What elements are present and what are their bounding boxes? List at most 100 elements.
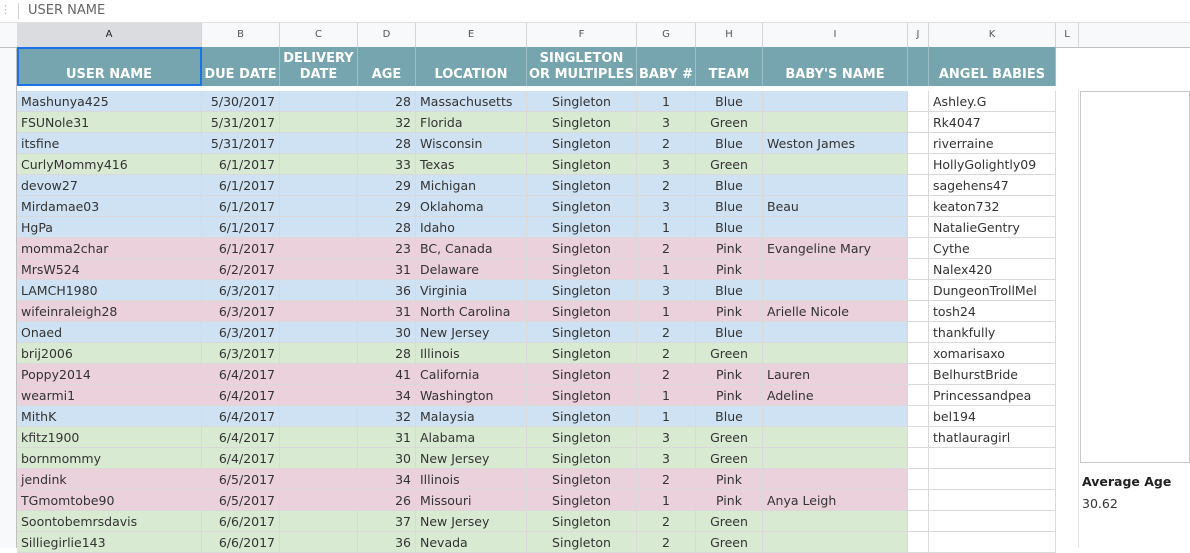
cell-due-date[interactable]: 6/6/2017 — [202, 532, 280, 553]
cell-angel-babies[interactable]: xomarisaxo — [929, 343, 1056, 364]
cell-location[interactable]: Delaware — [416, 259, 527, 280]
cell-team[interactable]: Blue — [696, 133, 763, 154]
cell-location[interactable]: BC, Canada — [416, 238, 527, 259]
cell-angel-babies[interactable]: Ashley.G — [929, 91, 1056, 112]
cell-babys-name[interactable]: Lauren — [763, 364, 908, 385]
cell-user-name[interactable]: MrsW524 — [17, 259, 202, 280]
cell-location[interactable]: Oklahoma — [416, 196, 527, 217]
cell-user-name[interactable]: CurlyMommy416 — [17, 154, 202, 175]
cell-babys-name[interactable] — [763, 343, 908, 364]
header-cell-e[interactable]: LOCATION — [416, 47, 527, 86]
cell-delivery-date[interactable] — [280, 301, 358, 322]
cell-angel-babies[interactable]: sagehens47 — [929, 175, 1056, 196]
column-letter-l[interactable]: L — [1056, 23, 1079, 47]
cell-delivery-date[interactable] — [280, 511, 358, 532]
cell-delivery-date[interactable] — [280, 364, 358, 385]
cell-delivery-date[interactable] — [280, 532, 358, 553]
column-letter-c[interactable]: C — [280, 23, 358, 47]
cell-age[interactable]: 31 — [358, 427, 416, 448]
column-letter-e[interactable]: E — [416, 23, 527, 47]
cell-due-date[interactable]: 6/2/2017 — [202, 259, 280, 280]
cell-user-name[interactable]: kfitz1900 — [17, 427, 202, 448]
cell-due-date[interactable]: 6/4/2017 — [202, 427, 280, 448]
cell-baby-number[interactable]: 1 — [637, 259, 696, 280]
column-letter-h[interactable]: H — [696, 23, 763, 47]
cell-singleton-or-multiples[interactable]: Singleton — [527, 217, 637, 238]
cell-due-date[interactable]: 6/4/2017 — [202, 448, 280, 469]
cell-team[interactable]: Green — [696, 532, 763, 553]
cell-age[interactable]: 28 — [358, 91, 416, 112]
cell-babys-name[interactable] — [763, 448, 908, 469]
cell-empty[interactable] — [908, 196, 929, 217]
cell-location[interactable]: Massachusetts — [416, 91, 527, 112]
cell-angel-babies[interactable] — [929, 532, 1056, 553]
cell-angel-babies[interactable] — [929, 511, 1056, 532]
cell-location[interactable]: Nevada — [416, 532, 527, 553]
cell-team[interactable]: Pink — [696, 364, 763, 385]
cell-baby-number[interactable]: 3 — [637, 112, 696, 133]
cell-baby-number[interactable]: 2 — [637, 511, 696, 532]
cell-location[interactable]: New Jersey — [416, 511, 527, 532]
cell-angel-babies[interactable]: Princessandpea — [929, 385, 1056, 406]
cell-age[interactable]: 32 — [358, 112, 416, 133]
cell-age[interactable]: 37 — [358, 511, 416, 532]
cell-location[interactable]: Missouri — [416, 490, 527, 511]
cell-singleton-or-multiples[interactable]: Singleton — [527, 112, 637, 133]
cell-age[interactable]: 29 — [358, 196, 416, 217]
cell-team[interactable]: Green — [696, 343, 763, 364]
cell-delivery-date[interactable] — [280, 490, 358, 511]
cell-singleton-or-multiples[interactable]: Singleton — [527, 259, 637, 280]
cell-age[interactable]: 30 — [358, 322, 416, 343]
cell-due-date[interactable]: 6/6/2017 — [202, 511, 280, 532]
cell-team[interactable]: Green — [696, 511, 763, 532]
cell-singleton-or-multiples[interactable]: Singleton — [527, 280, 637, 301]
cell-location[interactable]: North Carolina — [416, 301, 527, 322]
column-letter-g[interactable]: G — [637, 23, 696, 47]
cell-due-date[interactable]: 6/5/2017 — [202, 469, 280, 490]
cell-due-date[interactable]: 5/30/2017 — [202, 91, 280, 112]
cell-empty[interactable] — [908, 301, 929, 322]
cell-angel-babies[interactable]: DungeonTrollMel — [929, 280, 1056, 301]
cell-location[interactable]: Florida — [416, 112, 527, 133]
cell-singleton-or-multiples[interactable]: Singleton — [527, 238, 637, 259]
cell-due-date[interactable]: 6/1/2017 — [202, 217, 280, 238]
cell-empty[interactable] — [908, 154, 929, 175]
cell-team[interactable]: Blue — [696, 196, 763, 217]
cell-singleton-or-multiples[interactable]: Singleton — [527, 364, 637, 385]
cell-baby-number[interactable]: 2 — [637, 343, 696, 364]
cell-location[interactable]: Illinois — [416, 469, 527, 490]
cell-team[interactable]: Blue — [696, 406, 763, 427]
cell-delivery-date[interactable] — [280, 469, 358, 490]
cell-babys-name[interactable] — [763, 217, 908, 238]
cell-baby-number[interactable]: 1 — [637, 490, 696, 511]
cell-babys-name[interactable]: Beau — [763, 196, 908, 217]
cell-age[interactable]: 28 — [358, 343, 416, 364]
cell-team[interactable]: Green — [696, 427, 763, 448]
cell-baby-number[interactable]: 3 — [637, 280, 696, 301]
column-letter-b[interactable]: B — [202, 23, 280, 47]
cell-location[interactable]: Alabama — [416, 427, 527, 448]
cell-location[interactable]: Wisconsin — [416, 133, 527, 154]
cell-empty[interactable] — [908, 511, 929, 532]
cell-baby-number[interactable]: 2 — [637, 238, 696, 259]
cell-age[interactable]: 33 — [358, 154, 416, 175]
cell-empty[interactable] — [908, 133, 929, 154]
cell-babys-name[interactable] — [763, 406, 908, 427]
cell-babys-name[interactable] — [763, 175, 908, 196]
cell-angel-babies[interactable]: Rk4047 — [929, 112, 1056, 133]
cell-user-name[interactable]: bornmommy — [17, 448, 202, 469]
cell-baby-number[interactable]: 1 — [637, 91, 696, 112]
header-cell-k[interactable]: ANGEL BABIES — [929, 47, 1056, 86]
cell-baby-number[interactable]: 1 — [637, 385, 696, 406]
cell-empty[interactable] — [908, 469, 929, 490]
column-letter-a[interactable]: A — [17, 23, 202, 47]
cell-angel-babies[interactable] — [929, 469, 1056, 490]
header-cell-d[interactable]: AGE — [358, 47, 416, 86]
cell-babys-name[interactable] — [763, 511, 908, 532]
cell-team[interactable]: Green — [696, 112, 763, 133]
header-cell-g[interactable]: BABY # — [637, 47, 696, 86]
cell-due-date[interactable]: 6/1/2017 — [202, 196, 280, 217]
cell-age[interactable]: 26 — [358, 490, 416, 511]
cell-location[interactable]: California — [416, 364, 527, 385]
cell-singleton-or-multiples[interactable]: Singleton — [527, 427, 637, 448]
